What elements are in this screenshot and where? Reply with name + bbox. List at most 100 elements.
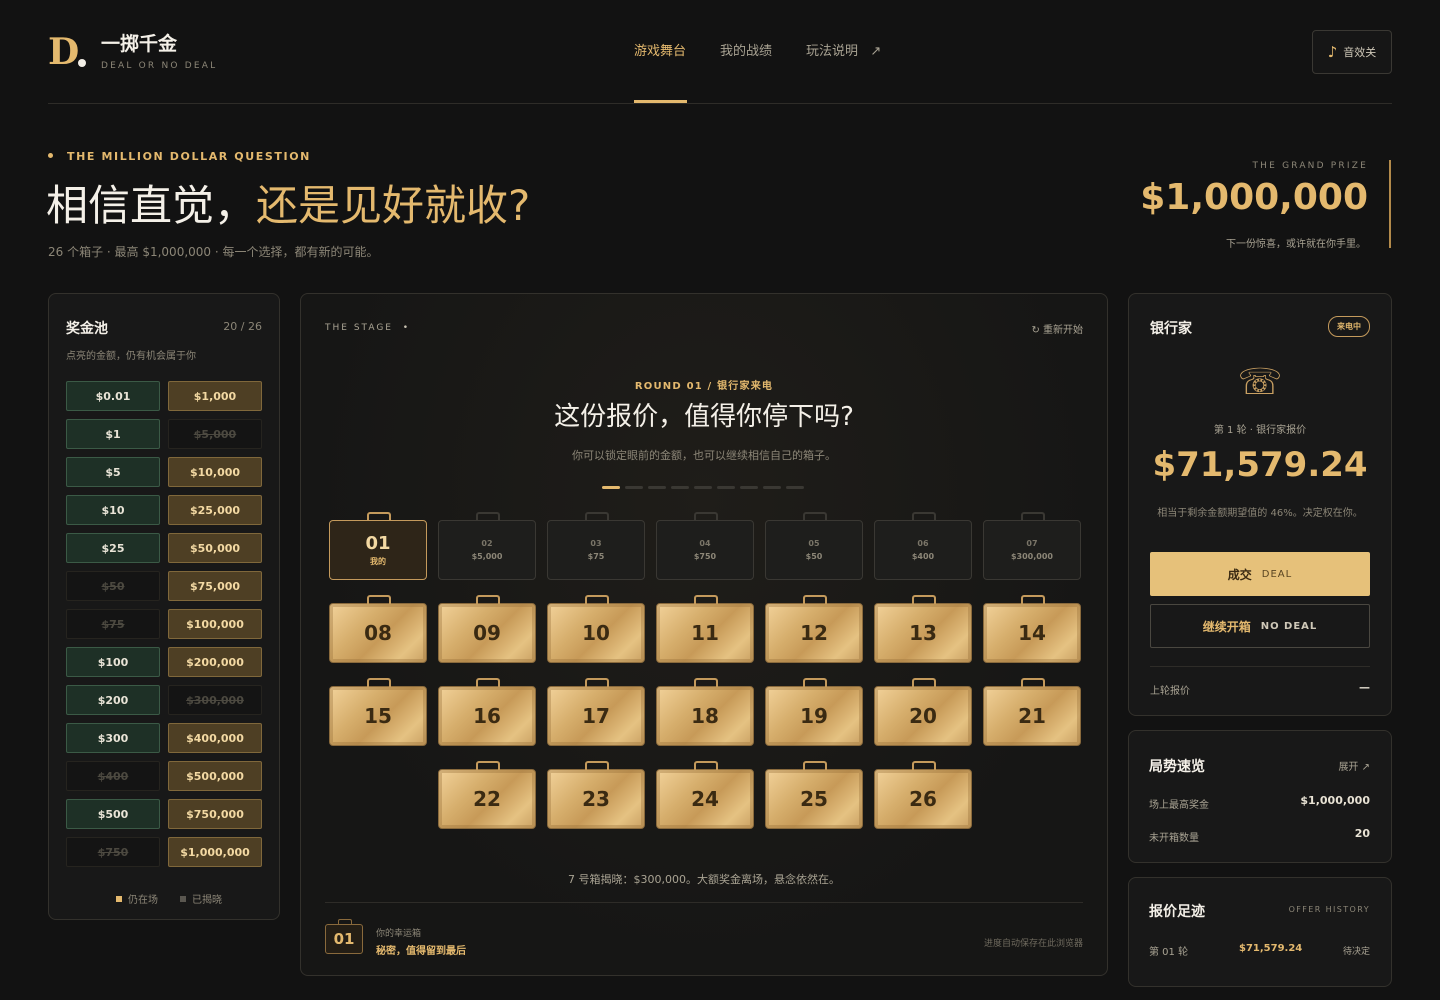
history-value: $71,579.24	[1239, 943, 1303, 954]
prize-pool-subtitle: 点亮的金额，仍有机会属于你	[66, 351, 196, 362]
overview-panel: 局势速览 展开 ↗ 场上最高奖金 $1,000,000 未开箱数量 20	[1128, 730, 1392, 863]
case-value: $750	[693, 552, 717, 561]
progress-segment	[740, 486, 758, 489]
prize-pool-count: 20 / 26	[223, 320, 262, 333]
briefcase[interactable]: 14	[983, 595, 1081, 663]
header-divider	[48, 103, 1392, 104]
prize-amount: $5	[66, 457, 160, 487]
case-handle	[694, 595, 718, 604]
case-number: 08	[364, 621, 392, 645]
prize-amount: $10	[66, 495, 160, 525]
case-handle	[476, 512, 500, 521]
history-label-en: OFFER HISTORY	[1288, 905, 1370, 914]
progress-segment	[717, 486, 735, 489]
case-number: 12	[800, 621, 828, 645]
briefcase[interactable]: 18	[656, 678, 754, 746]
autosave-note: 进度自动保存在此浏览器	[983, 939, 1083, 949]
prize-amount: $1	[66, 419, 160, 449]
briefcase[interactable]: 26	[874, 761, 972, 829]
case-number: 09	[473, 621, 501, 645]
stage-label: THE STAGE •	[325, 323, 411, 333]
case-handle	[585, 678, 609, 687]
offer-note: 相当于剩余金额期望值的 46%。决定权在你。	[1157, 508, 1363, 519]
hero-subtitle: 26 个箱子 · 最高 $1,000,000 · 每一个选择，都有新的可能。	[48, 245, 379, 259]
prize-amount: $10,000	[168, 457, 262, 487]
case-number: 25	[800, 787, 828, 811]
briefcase[interactable]: 20	[874, 678, 972, 746]
case-number: 03	[590, 539, 602, 548]
briefcase[interactable]: 22	[438, 761, 536, 829]
case-handle	[585, 761, 609, 770]
prize-amount: $200	[66, 685, 160, 715]
prize-amount: $1,000,000	[168, 837, 262, 867]
sound-toggle-button[interactable]: ♪ 音效关	[1312, 30, 1392, 74]
case-value: $75	[587, 552, 605, 561]
briefcase[interactable]: 17	[547, 678, 645, 746]
case-handle	[367, 512, 391, 521]
overview-row-label: 未开箱数量	[1149, 833, 1199, 844]
briefcase[interactable]: 10	[547, 595, 645, 663]
case-handle	[476, 761, 500, 770]
case-number: 07	[1026, 539, 1038, 548]
restart-button[interactable]: ↻ 重新开始	[1031, 321, 1083, 336]
case-number: 17	[582, 704, 610, 728]
no-deal-button[interactable]: 继续开箱 NO DEAL	[1150, 604, 1370, 648]
briefcase[interactable]: 21	[983, 678, 1081, 746]
deal-button[interactable]: 成交 DEAL	[1150, 552, 1370, 596]
case-handle	[803, 595, 827, 604]
stage-divider	[325, 902, 1083, 903]
case-number: 06	[917, 539, 929, 548]
history-round: 第 01 轮	[1149, 947, 1189, 958]
prize-amount: $300,000	[168, 685, 262, 715]
case-handle	[912, 678, 936, 687]
nav-rules[interactable]: 玩法说明 ↗	[806, 42, 881, 62]
case-number: 05	[808, 539, 820, 548]
prize-amount: $75	[66, 609, 160, 639]
briefcase[interactable]: 13	[874, 595, 972, 663]
opened-case: 06 $400	[874, 512, 972, 580]
case-number: 19	[800, 704, 828, 728]
briefcase[interactable]: 12	[765, 595, 863, 663]
overview-expand-link[interactable]: 展开 ↗	[1338, 758, 1370, 773]
nav-stage[interactable]: 游戏舞台	[634, 42, 686, 62]
case-handle	[367, 678, 391, 687]
logo-mark[interactable]: D	[48, 30, 86, 74]
legend-out-swatch	[180, 895, 186, 902]
prize-amount: $200,000	[168, 647, 262, 677]
briefcase[interactable]: 19	[765, 678, 863, 746]
prize-pool-panel: 奖金池 20 / 26 点亮的金额，仍有机会属于你 仍在场 已揭晓 $0.01 $…	[48, 293, 280, 920]
case-handle	[694, 678, 718, 687]
prize-amount: $5,000	[168, 419, 262, 449]
briefcase[interactable]: 08	[329, 595, 427, 663]
case-number: 20	[909, 704, 937, 728]
briefcase[interactable]: 09	[438, 595, 536, 663]
offer-history-panel: 报价足迹 OFFER HISTORY 第 01 轮 $71,579.24 待决定	[1128, 877, 1392, 987]
case-number: 01	[365, 533, 391, 554]
briefcase[interactable]: 25	[765, 761, 863, 829]
calling-badge: 来电中	[1328, 316, 1370, 337]
briefcase[interactable]: 15	[329, 678, 427, 746]
case-number: 14	[1018, 621, 1046, 645]
progress-segment	[648, 486, 666, 489]
grand-prize-note: 下一份惊喜，或许就在你手里。	[1226, 239, 1366, 250]
briefcase[interactable]: 11	[656, 595, 754, 663]
case-number: 10	[582, 621, 610, 645]
briefcase[interactable]: 24	[656, 761, 754, 829]
prize-legend: 仍在场 已揭晓	[116, 891, 222, 906]
case-number: 24	[691, 787, 719, 811]
case-handle	[1021, 678, 1045, 687]
prize-amount: $500	[66, 799, 160, 829]
prize-amount: $50	[66, 571, 160, 601]
prize-amount: $100	[66, 647, 160, 677]
nav-record[interactable]: 我的战绩	[720, 42, 772, 62]
briefcase[interactable]: 16	[438, 678, 536, 746]
opened-case: 04 $750	[656, 512, 754, 580]
case-handle	[476, 595, 500, 604]
prize-amount: $0.01	[66, 381, 160, 411]
grand-prize-label: THE GRAND PRIZE	[1252, 161, 1368, 171]
briefcase[interactable]: 23	[547, 761, 645, 829]
progress-segment	[763, 486, 781, 489]
case-handle	[367, 595, 391, 604]
overview-title: 局势速览	[1149, 759, 1205, 775]
last-offer-value: —	[1359, 681, 1370, 694]
